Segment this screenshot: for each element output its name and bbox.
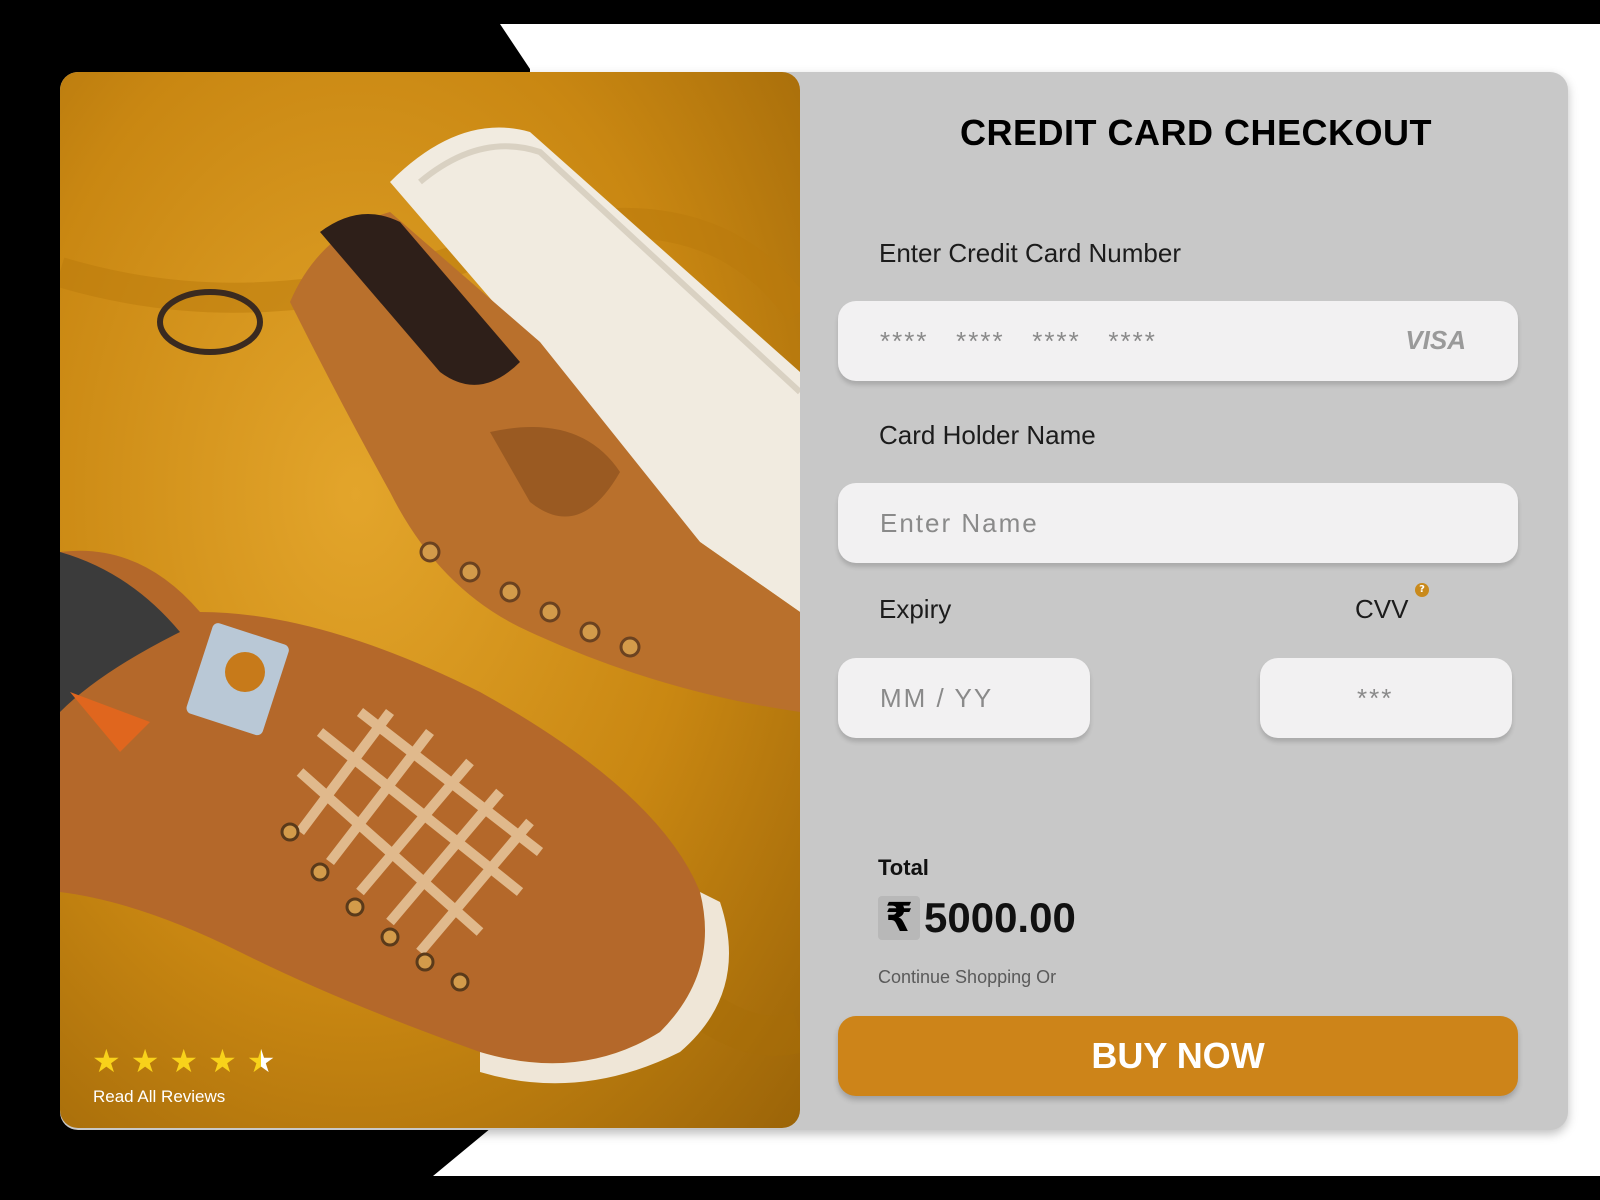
cvv-field[interactable] [1260,658,1512,738]
page-title: CREDIT CARD CHECKOUT [960,112,1432,153]
rupee-icon: ₹ [878,896,920,940]
read-reviews-link[interactable]: Read All Reviews [93,1087,225,1107]
star-rating: ★ ★ ★ ★ ★ [92,1045,275,1077]
card-holder-input[interactable] [878,506,1518,540]
star-icon: ★ [130,1042,160,1080]
star-icon: ★ [208,1042,237,1080]
expiry-label: Expiry [879,594,952,624]
card-number-field[interactable]: VISA [838,301,1518,381]
card-holder-label: Card Holder Name [879,420,1096,450]
card-number-label: Enter Credit Card Number [879,238,1181,268]
product-image [60,72,800,1128]
expiry-field[interactable] [838,658,1090,738]
half-star-icon: ★ [246,1042,276,1080]
total-label: Total [878,855,929,880]
cvv-label: CVV [1355,594,1409,624]
card-holder-field[interactable] [838,483,1518,563]
continue-shopping-link[interactable]: Continue Shopping Or [878,967,1056,988]
star-icon: ★ [92,1042,121,1080]
star-icon: ★ [169,1042,199,1080]
sneaker-illustration [60,127,800,1084]
buy-now-button[interactable]: BUY NOW [838,1016,1518,1096]
cvv-help-icon[interactable]: ? [1415,583,1429,597]
expiry-input[interactable] [878,681,1090,715]
visa-logo-icon: VISA [1405,325,1466,355]
total-amount: 5000.00 [924,894,1076,941]
cvv-input[interactable] [1355,681,1512,715]
